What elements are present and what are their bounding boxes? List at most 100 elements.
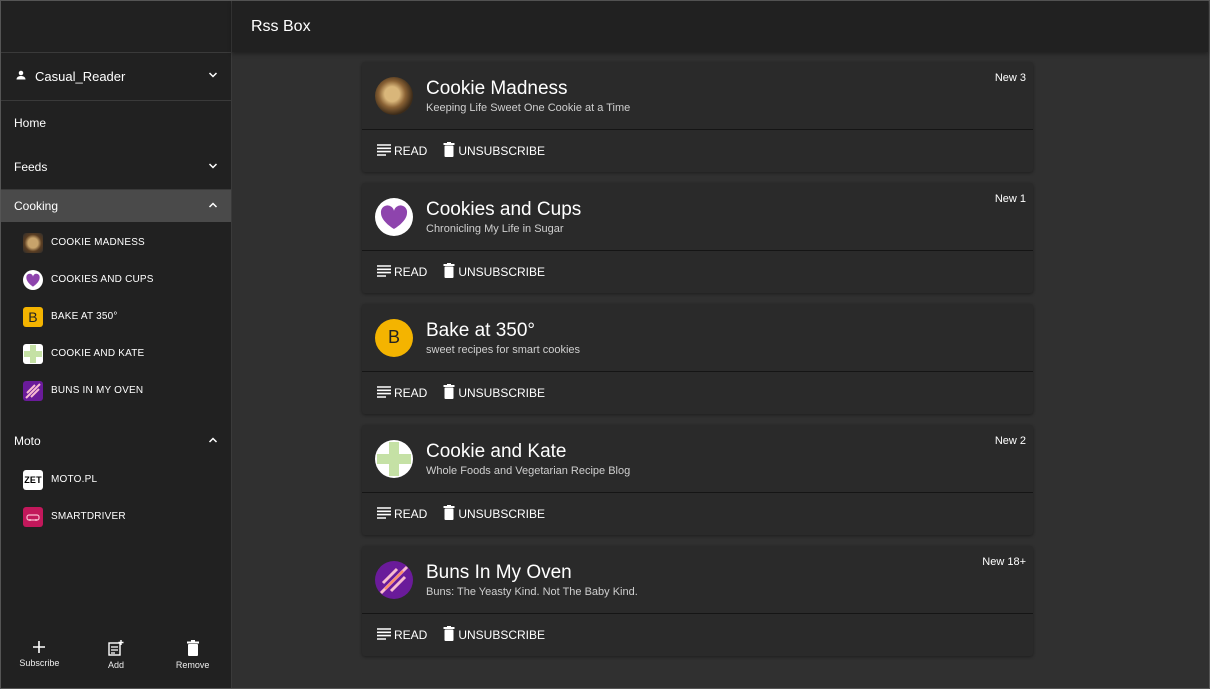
new-count-badge: New 18+ [982,556,1026,568]
heart-icon [23,269,43,290]
new-count-badge: New 3 [994,72,1026,84]
sidebar-feed-cookie-madness[interactable]: COOKIE MADNESS [1,224,231,261]
group-cooking-label: Cooking [14,199,59,213]
letter-b-icon: B [23,306,43,327]
feed-card-actions: READ UNSUBSCRIBE [362,251,1033,293]
remove-button[interactable]: Remove [163,636,223,670]
feed-subtitle: Chronicling My Life in Sugar [426,222,564,235]
read-button[interactable]: READ [377,264,427,280]
sidebar-feed-cookies-and-cups[interactable]: COOKIES AND CUPS [1,261,231,298]
feed-card-header[interactable]: Cookies and Cups Chronicling My Life in … [362,183,1033,251]
nav-feeds-label: Feeds [14,160,48,174]
sidebar-feed-label: MOTO.PL [51,474,98,485]
subscribe-label: Subscribe [19,658,60,668]
sidebar-feed-label: COOKIE AND KATE [51,348,145,359]
nav-home-label: Home [14,116,47,130]
playlist-add-icon [108,640,124,660]
app-title: Rss Box [251,17,311,35]
unsubscribe-button[interactable]: UNSUBSCRIBE [443,626,545,644]
feed-subtitle: Keeping Life Sweet One Cookie at a Time [426,101,631,114]
user-menu[interactable]: Casual_Reader [1,53,231,101]
read-icon [377,506,394,522]
trash-icon [443,142,458,160]
unsubscribe-button[interactable]: UNSUBSCRIBE [443,505,545,523]
whisk-icon [375,560,413,599]
group-cooking[interactable]: Cooking [1,190,231,222]
nav-feeds[interactable]: Feeds [1,145,231,189]
feed-card: Cookie Madness Keeping Life Sweet One Co… [362,62,1033,172]
read-icon [377,264,394,280]
letter-b-icon: B [375,318,413,357]
unsubscribe-label: UNSUBSCRIBE [458,507,546,521]
feed-card-actions: READ UNSUBSCRIBE [362,130,1033,172]
sidebar-feed-buns-in-my-oven[interactable]: BUNS IN MY OVEN [1,372,231,409]
chevron-up-icon [207,199,219,214]
read-icon [377,627,394,643]
sidebar-feed-smartdriver[interactable]: SMARTDRIVER [1,498,231,535]
sidebar-feed-label: COOKIES AND CUPS [51,274,154,285]
feed-subtitle: sweet recipes for smart cookies [426,343,581,356]
add-button[interactable]: Add [86,636,146,670]
whisk-icon [23,380,43,401]
user-name: Casual_Reader [35,69,126,84]
read-label: READ [394,144,428,158]
feed-subtitle: Whole Foods and Vegetarian Recipe Blog [426,464,631,477]
trash-icon [443,263,458,281]
read-icon [377,385,394,401]
green-plus-icon [375,439,413,478]
feed-card-actions: READ UNSUBSCRIBE [362,614,1033,656]
remove-label: Remove [175,660,210,670]
feed-card-header[interactable]: Cookie and Kate Whole Foods and Vegetari… [362,425,1033,493]
unsubscribe-label: UNSUBSCRIBE [458,144,546,158]
chevron-up-icon [207,434,219,449]
new-count-badge: New 2 [994,435,1026,447]
sidebar-feed-label: SMARTDRIVER [51,511,126,522]
feed-card: Cookie and Kate Whole Foods and Vegetari… [362,425,1033,535]
app-header: Rss Box [232,1,1208,52]
trash-icon [443,626,458,644]
feed-subtitle: Buns: The Yeasty Kind. Not The Baby Kind… [426,585,638,598]
read-button[interactable]: READ [377,627,428,643]
subscribe-button[interactable]: Subscribe [9,636,69,668]
car-icon [23,506,43,527]
add-label: Add [107,660,124,670]
cookie-image-icon [375,76,413,115]
sidebar-feed-bake-at-350[interactable]: B BAKE AT 350° [1,298,231,335]
unsubscribe-button[interactable]: UNSUBSCRIBE [443,384,545,402]
new-count-badge: New 1 [994,193,1026,205]
feed-card-header[interactable]: B Bake at 350° sweet recipes for smart c… [362,304,1033,372]
feed-title: Cookies and Cups [426,198,582,220]
feed-title: Bake at 350° [426,319,536,341]
sidebar-feed-label: BAKE AT 350° [51,311,118,322]
feed-card-header[interactable]: Buns In My Oven Buns: The Yeasty Kind. N… [362,546,1033,614]
read-label: READ [394,628,428,642]
group-moto[interactable]: Moto [1,425,231,457]
feed-card: Cookies and Cups Chronicling My Life in … [362,183,1033,293]
sidebar-feed-label: COOKIE MADNESS [51,237,145,248]
sidebar-actions: Subscribe Add Remove [1,636,231,688]
chevron-down-icon[interactable] [207,69,219,84]
feed-card-actions: READ UNSUBSCRIBE [362,372,1033,414]
unsubscribe-label: UNSUBSCRIBE [458,386,546,400]
sidebar: Casual_Reader Home Feeds Cooking COOKIE … [1,1,232,688]
cookie-image-icon [23,232,43,253]
nav-home[interactable]: Home [1,101,231,145]
feed-title: Cookie and Kate [426,440,567,462]
green-plus-icon [23,343,43,364]
sidebar-feed-cookie-and-kate[interactable]: COOKIE AND KATE [1,335,231,372]
sidebar-feed-moto-pl[interactable]: ZET MOTO.PL [1,461,231,498]
read-button[interactable]: READ [377,385,428,401]
feed-card-actions: READ UNSUBSCRIBE [362,493,1033,535]
trash-icon [443,505,458,523]
unsubscribe-label: UNSUBSCRIBE [458,628,546,642]
read-button[interactable]: READ [377,143,428,159]
sidebar-header [1,1,231,53]
unsubscribe-button[interactable]: UNSUBSCRIBE [443,263,545,281]
heart-icon [375,197,413,236]
read-label: READ [394,386,428,400]
read-button[interactable]: READ [377,506,427,522]
unsubscribe-button[interactable]: UNSUBSCRIBE [443,142,545,160]
chevron-down-icon [207,160,219,175]
feed-list: Cookie Madness Keeping Life Sweet One Co… [362,62,1033,667]
feed-card-header[interactable]: Cookie Madness Keeping Life Sweet One Co… [362,62,1033,130]
